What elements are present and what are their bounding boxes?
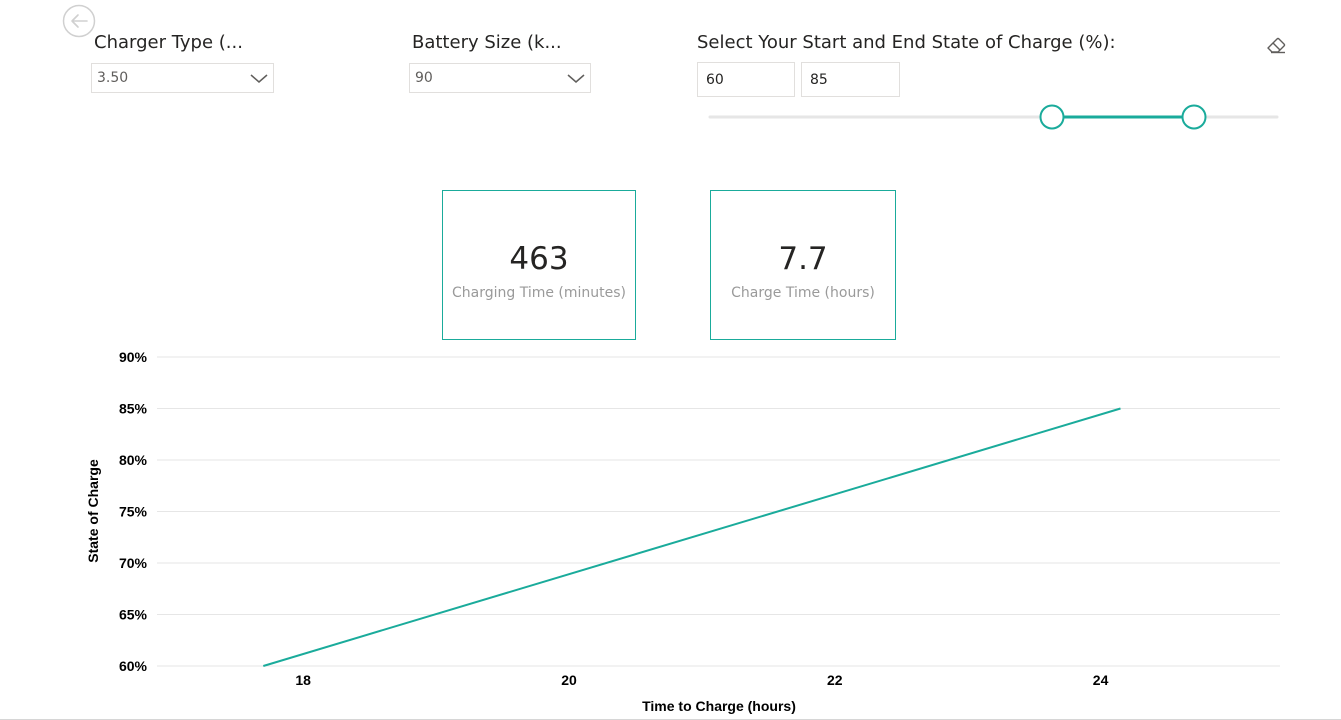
y-tick-label: 75% bbox=[119, 504, 148, 520]
x-axis-title: Time to Charge (hours) bbox=[642, 698, 796, 714]
x-tick-label: 20 bbox=[561, 672, 577, 688]
charger-type-title: Charger Type (... bbox=[94, 32, 243, 53]
charger-type-value: 3.50 bbox=[97, 70, 129, 86]
back-arrow-icon bbox=[62, 4, 96, 38]
soc-end-input[interactable]: 85 bbox=[801, 62, 900, 97]
soc-series-line bbox=[263, 407, 1121, 667]
charger-type-dropdown[interactable]: 3.50 bbox=[91, 63, 274, 93]
soc-start-input[interactable]: 60 bbox=[697, 62, 795, 97]
back-button[interactable] bbox=[62, 4, 96, 38]
chevron-down-icon bbox=[250, 74, 268, 83]
eraser-icon bbox=[1267, 37, 1286, 54]
charge-time-hours-card: 7.7 Charge Time (hours) bbox=[710, 190, 896, 340]
clear-selection-button[interactable] bbox=[1265, 35, 1287, 55]
slider-start-handle[interactable] bbox=[1039, 104, 1065, 130]
card-value: 463 bbox=[509, 241, 569, 277]
charging-time-minutes-card: 463 Charging Time (minutes) bbox=[442, 190, 636, 340]
y-tick-label: 65% bbox=[119, 607, 148, 623]
x-tick-label: 22 bbox=[827, 672, 843, 688]
soc-range-slider[interactable] bbox=[700, 100, 1290, 134]
card-label: Charging Time (minutes) bbox=[451, 285, 627, 301]
chevron-down-icon bbox=[567, 74, 585, 83]
battery-size-dropdown[interactable]: 90 bbox=[409, 63, 591, 93]
soc-line-chart: 60% 65% 70% 75% 80% 85% 90% 18 20 22 24 State of … bbox=[85, 349, 1280, 714]
battery-size-title: Battery Size (k... bbox=[412, 32, 562, 53]
report-page: Charger Type (... 3.50 Battery Size (k..… bbox=[0, 0, 1341, 720]
x-tick-label: 24 bbox=[1093, 672, 1109, 688]
y-tick-label: 85% bbox=[119, 401, 148, 417]
y-axis-title: State of Charge bbox=[85, 459, 101, 563]
x-tick-label: 18 bbox=[295, 672, 311, 688]
y-tick-label: 80% bbox=[119, 452, 148, 468]
soc-range-title: Select Your Start and End State of Charg… bbox=[697, 32, 1116, 53]
slider-end-handle[interactable] bbox=[1181, 104, 1207, 130]
card-label: Charge Time (hours) bbox=[731, 285, 875, 301]
y-tick-label: 70% bbox=[119, 555, 148, 571]
card-value: 7.7 bbox=[778, 241, 828, 277]
y-tick-label: 60% bbox=[119, 658, 148, 674]
y-tick-label: 90% bbox=[119, 349, 148, 365]
soc-end-value: 85 bbox=[810, 72, 828, 88]
battery-size-value: 90 bbox=[415, 70, 433, 86]
soc-start-value: 60 bbox=[706, 72, 724, 88]
